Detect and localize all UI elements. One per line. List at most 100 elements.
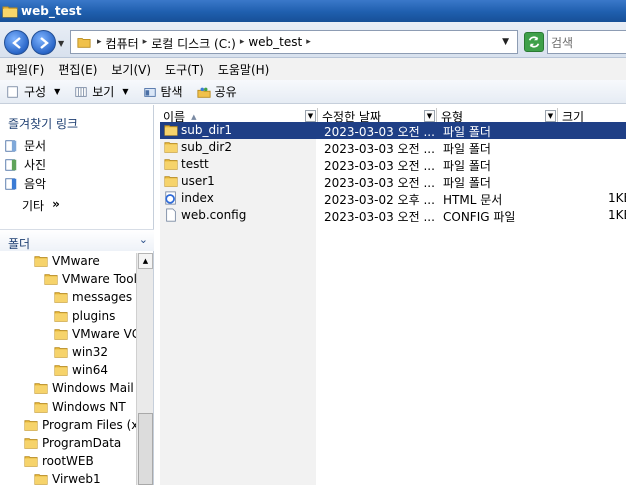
- refresh-icon: [528, 36, 540, 48]
- folder-icon: [24, 438, 38, 449]
- double-chevron-icon: »: [52, 197, 60, 211]
- html-file-icon: [165, 191, 176, 205]
- back-arrow-icon: [12, 37, 21, 49]
- tree-node[interactable]: plugins: [54, 309, 115, 323]
- file-name: sub_dir2: [181, 140, 232, 154]
- favorite-documents[interactable]: 문서: [4, 137, 46, 154]
- sort-ascending-icon: ▲: [191, 112, 197, 121]
- folder-icon: [77, 38, 91, 48]
- menu-help[interactable]: 도움말(H): [218, 61, 270, 78]
- file-name: web.config: [181, 208, 247, 222]
- column-filter-dropdown[interactable]: ▼: [305, 110, 316, 122]
- organize-label: 구성: [24, 85, 47, 99]
- file-row[interactable]: user1 2023-03-03 오전 ... 파일 폴더: [160, 173, 626, 190]
- search-input[interactable]: 검색: [547, 30, 626, 54]
- breadcrumb-chevron-icon[interactable]: ▸: [306, 37, 311, 52]
- documents-icon: [5, 139, 17, 152]
- breadcrumb-web-test[interactable]: web_test: [248, 35, 302, 52]
- address-bar[interactable]: ▸ 컴퓨터 ▸ 로컬 디스크 (C:) ▸ web_test ▸ ▼: [70, 30, 518, 54]
- tree-scrollbar[interactable]: ▲: [136, 253, 153, 485]
- column-filter-dropdown[interactable]: ▼: [545, 110, 556, 122]
- menu-bar: 파일(F) 편집(E) 보기(V) 도구(T) 도움말(H): [0, 58, 626, 80]
- tree-node[interactable]: Virweb1: [34, 472, 101, 485]
- chevron-down-icon: ▼: [54, 87, 61, 96]
- tree-node-label: Program Files (x86): [42, 417, 136, 432]
- menu-view[interactable]: 보기(V): [111, 61, 151, 78]
- tree-node[interactable]: win32: [54, 345, 108, 359]
- views-label: 보기: [92, 85, 115, 99]
- file-row[interactable]: sub_dir2 2023-03-03 오전 ... 파일 폴더: [160, 139, 626, 156]
- forward-button[interactable]: [31, 30, 56, 55]
- tree-node-label: Windows NT: [52, 399, 126, 414]
- share-button[interactable]: 공유: [197, 83, 237, 100]
- folder-icon: [164, 176, 178, 187]
- file-row[interactable]: index 2023-03-02 오후 ... HTML 문서 1KB: [160, 190, 626, 207]
- refresh-button[interactable]: [524, 32, 544, 52]
- scroll-thumb[interactable]: [138, 413, 153, 485]
- file-row[interactable]: testt 2023-03-03 오전 ... 파일 폴더: [160, 156, 626, 173]
- file-date: 2023-03-03 오전 ...: [324, 159, 434, 173]
- tree-node-label: VMware Tools: [62, 272, 136, 287]
- folder-icon: [54, 347, 68, 358]
- views-icon: [75, 86, 87, 97]
- breadcrumb-chevron-icon[interactable]: ▸: [240, 37, 245, 52]
- file-type: CONFIG 파일: [443, 210, 516, 224]
- address-row: ▼ ▸ 컴퓨터 ▸ 로컬 디스크 (C:) ▸ web_test ▸ ▼ 검색: [0, 22, 626, 58]
- menu-file[interactable]: 파일(F): [6, 61, 44, 78]
- explore-icon: [143, 87, 156, 97]
- menu-edit[interactable]: 편집(E): [58, 61, 97, 78]
- tree-node[interactable]: VMware Tools: [44, 272, 136, 286]
- tree-node-label: win64: [72, 363, 109, 378]
- chevron-down-icon: ⌄: [138, 233, 148, 246]
- file-name-cell: testt: [164, 157, 314, 171]
- breadcrumb-chevron-icon[interactable]: ▸: [97, 37, 102, 52]
- folder-tree: VMware VMware Tools messages plugins VMware …: [0, 253, 136, 485]
- file-name-cell: user1: [164, 174, 314, 188]
- address-dropdown-icon[interactable]: ▼: [502, 37, 509, 47]
- tree-node[interactable]: Windows NT: [34, 400, 126, 414]
- back-button[interactable]: [4, 30, 29, 55]
- command-bar: 구성 ▼ 보기 ▼ 탐색 공유: [0, 80, 626, 104]
- title-bar[interactable]: web_test: [0, 0, 626, 22]
- views-button[interactable]: 보기 ▼: [74, 83, 129, 100]
- tree-node[interactable]: VMware: [34, 254, 100, 268]
- folder-icon: [164, 159, 178, 170]
- file-row[interactable]: sub_dir1 2023-03-03 오전 ... 파일 폴더: [160, 122, 626, 139]
- tree-node[interactable]: win64: [54, 363, 108, 377]
- file-size: 1KB: [608, 191, 626, 205]
- file-row[interactable]: web.config 2023-03-03 오전 ... CONFIG 파일 1KB: [160, 207, 626, 224]
- tree-node[interactable]: rootWEB: [24, 454, 94, 468]
- favorite-pictures[interactable]: 사진: [4, 156, 46, 173]
- more-favorites-link[interactable]: 기타 »: [22, 197, 60, 214]
- breadcrumb-chevron-icon[interactable]: ▸: [143, 37, 148, 52]
- favorite-label: 사진: [24, 158, 47, 172]
- organize-button[interactable]: 구성 ▼: [6, 83, 60, 100]
- menu-tools[interactable]: 도구(T): [165, 61, 204, 78]
- file-name: user1: [181, 174, 215, 188]
- file-name-cell: web.config: [164, 208, 314, 222]
- tree-node[interactable]: VMware VGAuth: [54, 327, 136, 341]
- tree-node-label: VMware VGAuth: [72, 326, 136, 341]
- folders-header[interactable]: 폴더 ⌄: [0, 229, 154, 251]
- tree-node-label: VMware: [52, 254, 100, 268]
- scroll-up-button[interactable]: ▲: [138, 253, 153, 269]
- column-filter-dropdown[interactable]: ▼: [424, 110, 435, 122]
- favorite-music[interactable]: 음악: [4, 175, 46, 192]
- breadcrumb-local-disk[interactable]: 로컬 디스크 (C:): [151, 35, 236, 52]
- favorite-label: 문서: [24, 139, 47, 153]
- breadcrumb-computer[interactable]: 컴퓨터: [106, 35, 139, 52]
- tree-node[interactable]: Program Files (x86): [24, 418, 136, 432]
- folders-label: 폴더: [8, 237, 31, 251]
- history-dropdown-icon[interactable]: ▼: [58, 39, 64, 48]
- tree-node[interactable]: messages: [54, 290, 132, 304]
- file-name-cell: sub_dir2: [164, 140, 314, 154]
- folder-icon: [34, 383, 48, 395]
- folder-icon: [24, 419, 38, 431]
- file-name: sub_dir1: [181, 123, 232, 137]
- explore-button[interactable]: 탐색: [143, 83, 183, 100]
- file-name: index: [181, 191, 214, 205]
- tree-node[interactable]: Windows Mail: [34, 381, 134, 395]
- tree-node[interactable]: ProgramData: [24, 436, 121, 450]
- config-file-icon: [166, 208, 176, 222]
- tree-node-label: plugins: [72, 308, 116, 323]
